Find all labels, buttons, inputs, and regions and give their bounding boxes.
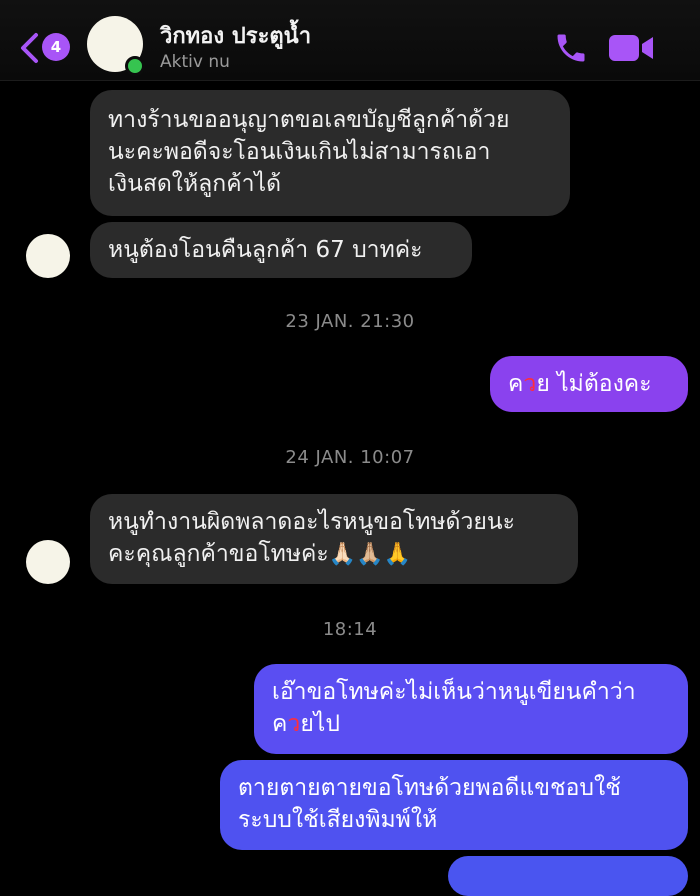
timestamp-divider: 23 JAN. 21:30 [285, 311, 415, 332]
video-camera-icon[interactable] [608, 33, 654, 63]
back-button[interactable]: 4 [18, 30, 70, 64]
chat-header: 4 วิกทอง ประตูน้ำ Aktiv nu [0, 0, 700, 81]
contact-status: Aktiv nu [160, 52, 230, 72]
pray-hands-emoji: 🙏🏻🙏🏼🙏 [328, 542, 411, 567]
message-text-line: ทางร้านขออนุญาตขอเลขบัญชีลูกค้าด้วย [108, 107, 510, 133]
red-scribble-mark: ว [287, 711, 301, 737]
timestamp-divider: 24 JAN. 10:07 [285, 447, 415, 468]
message-text-part: ยไป [300, 711, 340, 737]
incoming-message-bubble[interactable]: ทางร้านขออนุญาตขอเลขบัญชีลูกค้าด้วย นะคะ… [90, 90, 570, 216]
outgoing-message-bubble-partial[interactable] [448, 856, 688, 896]
red-scribble-mark: ว [523, 371, 537, 397]
outgoing-message-bubble[interactable]: เอ๊าขอโทษค่ะไม่เห็นว่าหนูเขียนคำว่า ควยไ… [254, 664, 688, 754]
incoming-message-bubble[interactable]: หนูทำงานผิดพลาดอะไรหนูขอโทษด้วยนะ คะคุณล… [90, 494, 578, 584]
phone-icon[interactable] [553, 30, 589, 66]
message-text-part: ย ไม่ต้องคะ [536, 371, 652, 397]
incoming-message-bubble[interactable]: หนูต้องโอนคืนลูกค้า 67 บาทค่ะ [90, 222, 472, 278]
message-text-line: เอ๊าขอโทษค่ะไม่เห็นว่าหนูเขียนคำว่า [272, 679, 636, 705]
sender-avatar[interactable] [26, 540, 70, 584]
message-text-part: ค [508, 371, 524, 397]
message-text-line: คะคุณลูกค้าขอโทษค่ะ [108, 541, 329, 567]
contact-name[interactable]: วิกทอง ประตูน้ำ [160, 18, 311, 53]
message-text-line: เงินสดให้ลูกค้าได้ [108, 171, 282, 197]
outgoing-message-bubble[interactable]: ตายตายตายขอโทษด้วยพอดีแขชอบใช้ ระบบใช้เส… [220, 760, 688, 850]
outgoing-message-bubble[interactable]: ควย ไม่ต้องคะ [490, 356, 688, 412]
message-text-line: นะคะพอดีจะโอนเงินเกินไม่สามารถเอา [108, 139, 491, 165]
online-status-dot [125, 56, 145, 76]
timestamp-divider: 18:14 [322, 619, 378, 640]
unread-count-badge: 4 [42, 33, 70, 61]
message-text-line: ตายตายตายขอโทษด้วยพอดีแขชอบใช้ [238, 775, 621, 801]
message-text-part: ค [272, 711, 288, 737]
sender-avatar[interactable] [26, 234, 70, 278]
message-text-line: หนูทำงานผิดพลาดอะไรหนูขอโทษด้วยนะ [108, 509, 515, 535]
message-text-line: ระบบใช้เสียงพิมพ์ให้ [238, 807, 438, 833]
message-text: หนูต้องโอนคืนลูกค้า 67 บาทค่ะ [108, 237, 423, 263]
back-chevron-icon [21, 33, 38, 63]
